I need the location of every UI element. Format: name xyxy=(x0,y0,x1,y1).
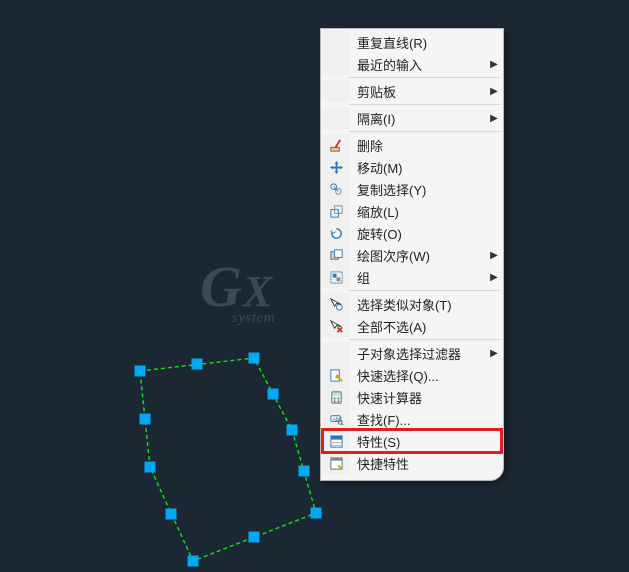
grip-handle[interactable] xyxy=(299,466,310,477)
grip-handle[interactable] xyxy=(135,366,146,377)
grip-handle[interactable] xyxy=(188,556,199,567)
menu-item-label: 旋转(O) xyxy=(349,224,487,243)
menu-icon-blank xyxy=(323,80,349,102)
submenu-arrow-icon: ▶ xyxy=(487,59,501,70)
menu-item-erase[interactable]: 删除 xyxy=(323,134,501,156)
find-icon: ABC xyxy=(323,408,349,430)
menu-item-deselect-all[interactable]: 全部不选(A) xyxy=(323,315,501,337)
properties-icon xyxy=(323,430,349,452)
quick-props-icon xyxy=(323,452,349,474)
menu-separator xyxy=(349,104,501,105)
draw-order-icon xyxy=(323,244,349,266)
menu-item-label: 特性(S) xyxy=(349,432,487,451)
menu-item-label: 查找(F)... xyxy=(349,410,487,429)
submenu-arrow-icon: ▶ xyxy=(487,250,501,261)
scale-icon xyxy=(323,200,349,222)
menu-item-copy-select[interactable]: 复制选择(Y) xyxy=(323,178,501,200)
group-icon xyxy=(323,266,349,288)
quick-select-icon xyxy=(323,364,349,386)
grip-handle[interactable] xyxy=(166,509,177,520)
grip-handle[interactable] xyxy=(311,508,322,519)
menu-item-label: 快捷特性 xyxy=(349,454,487,473)
erase-icon xyxy=(323,134,349,156)
menu-item-isolate[interactable]: 隔离(I)▶ xyxy=(323,107,501,129)
grip-handle[interactable] xyxy=(140,414,151,425)
menu-item-label: 移动(M) xyxy=(349,158,487,177)
quick-calc-icon xyxy=(323,386,349,408)
grip-handle[interactable] xyxy=(287,425,298,436)
menu-separator xyxy=(349,290,501,291)
menu-item-label: 隔离(I) xyxy=(349,109,487,128)
menu-separator xyxy=(349,131,501,132)
menu-icon-blank xyxy=(323,31,349,53)
rotate-icon xyxy=(323,222,349,244)
menu-icon-blank xyxy=(323,107,349,129)
submenu-arrow-icon: ▶ xyxy=(487,348,501,359)
select-similar-icon xyxy=(323,293,349,315)
menu-icon-blank xyxy=(323,53,349,75)
menu-item-label: 子对象选择过滤器 xyxy=(349,344,487,363)
menu-item-subobj-filter[interactable]: 子对象选择过滤器▶ xyxy=(323,342,501,364)
grip-handle[interactable] xyxy=(249,353,260,364)
grip-handle[interactable] xyxy=(249,532,260,543)
menu-item-label: 组 xyxy=(349,268,487,287)
submenu-arrow-icon: ▶ xyxy=(487,272,501,283)
menu-item-recent-input[interactable]: 最近的输入▶ xyxy=(323,53,501,75)
menu-item-label: 快速计算器 xyxy=(349,388,487,407)
menu-item-label: 缩放(L) xyxy=(349,202,487,221)
menu-item-label: 绘图次序(W) xyxy=(349,246,487,265)
menu-item-label: 最近的输入 xyxy=(349,55,487,74)
menu-item-move[interactable]: 移动(M) xyxy=(323,156,501,178)
menu-item-group[interactable]: 组▶ xyxy=(323,266,501,288)
menu-item-find[interactable]: ABC查找(F)... xyxy=(323,408,501,430)
drawing-canvas[interactable]: GX system 重复直线(R)最近的输入▶剪贴板▶隔离(I)▶删除移动(M)… xyxy=(0,0,629,572)
context-menu: 重复直线(R)最近的输入▶剪贴板▶隔离(I)▶删除移动(M)复制选择(Y)缩放(… xyxy=(320,28,504,481)
menu-item-label: 快速选择(Q)... xyxy=(349,366,487,385)
grip-handle[interactable] xyxy=(145,462,156,473)
menu-item-quick-select[interactable]: 快速选择(Q)... xyxy=(323,364,501,386)
move-icon xyxy=(323,156,349,178)
copy-select-icon xyxy=(323,178,349,200)
menu-item-rotate[interactable]: 旋转(O) xyxy=(323,222,501,244)
menu-item-label: 剪贴板 xyxy=(349,82,487,101)
menu-separator xyxy=(349,339,501,340)
menu-icon-blank xyxy=(323,342,349,364)
menu-item-label: 重复直线(R) xyxy=(349,33,487,52)
menu-item-select-similar[interactable]: 选择类似对象(T) xyxy=(323,293,501,315)
menu-item-quick-calc[interactable]: 快速计算器 xyxy=(323,386,501,408)
submenu-arrow-icon: ▶ xyxy=(487,113,501,124)
menu-item-clipboard[interactable]: 剪贴板▶ xyxy=(323,80,501,102)
menu-item-repeat-line[interactable]: 重复直线(R) xyxy=(323,31,501,53)
menu-item-quick-props[interactable]: 快捷特性 xyxy=(323,452,501,474)
menu-item-draw-order[interactable]: 绘图次序(W)▶ xyxy=(323,244,501,266)
menu-item-label: 删除 xyxy=(349,136,487,155)
menu-item-label: 选择类似对象(T) xyxy=(349,295,487,314)
menu-item-label: 复制选择(Y) xyxy=(349,180,487,199)
deselect-all-icon xyxy=(323,315,349,337)
menu-item-properties[interactable]: 特性(S) xyxy=(323,430,501,452)
grip-handle[interactable] xyxy=(192,359,203,370)
menu-item-scale[interactable]: 缩放(L) xyxy=(323,200,501,222)
selected-polyline[interactable] xyxy=(0,0,629,572)
menu-separator xyxy=(349,77,501,78)
grip-handle[interactable] xyxy=(268,389,279,400)
menu-item-label: 全部不选(A) xyxy=(349,317,487,336)
submenu-arrow-icon: ▶ xyxy=(487,86,501,97)
